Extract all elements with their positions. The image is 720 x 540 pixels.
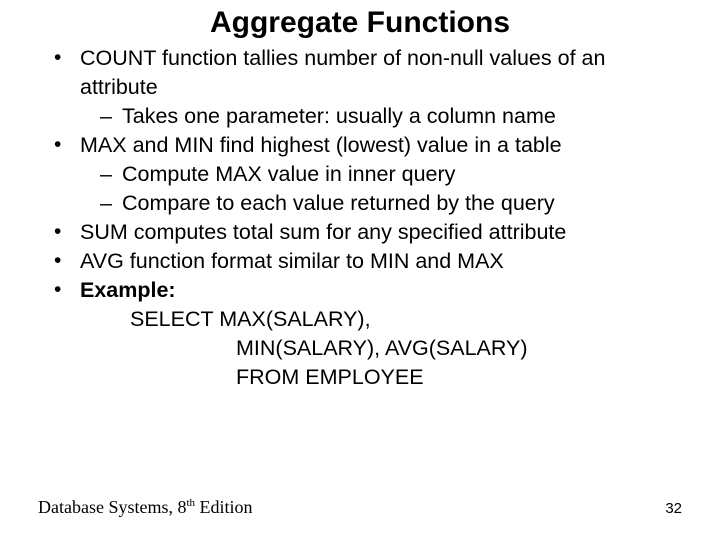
footer-text-b: Edition (195, 497, 253, 517)
sub-list: Takes one parameter: usually a column na… (80, 102, 680, 131)
bullet-item: AVG function format similar to MIN and M… (54, 247, 680, 276)
page-number: 32 (665, 500, 682, 517)
slide-body: COUNT function tallies number of non-nul… (0, 44, 720, 392)
code-line: FROM EMPLOYEE (130, 363, 680, 392)
bullet-item: COUNT function tallies number of non-nul… (54, 44, 680, 131)
slide-title: Aggregate Functions (0, 0, 720, 44)
bullet-text: SUM computes total sum for any specified… (80, 220, 566, 244)
sub-item: Compare to each value returned by the qu… (100, 189, 680, 218)
bullet-item: SUM computes total sum for any specified… (54, 218, 680, 247)
code-line: SELECT MAX(SALARY), (130, 305, 680, 334)
slide: Aggregate Functions COUNT function talli… (0, 0, 720, 540)
sub-text: Compute MAX value in inner query (122, 162, 455, 186)
footer: Database Systems, 8th Edition 32 (38, 497, 682, 518)
bullet-item: MAX and MIN find highest (lowest) value … (54, 131, 680, 218)
bullet-text: COUNT function tallies number of non-nul… (80, 46, 605, 99)
bullet-item: Example: SELECT MAX(SALARY), MIN(SALARY)… (54, 276, 680, 392)
footer-sup: th (186, 497, 195, 509)
sub-list: Compute MAX value in inner query Compare… (80, 160, 680, 218)
bullet-text: AVG function format similar to MIN and M… (80, 249, 504, 273)
bullet-text: MAX and MIN find highest (lowest) value … (80, 133, 562, 157)
footer-text-a: Database Systems, 8 (38, 497, 186, 517)
sub-text: Takes one parameter: usually a column na… (122, 104, 556, 128)
bullet-text: Example: (80, 278, 176, 302)
bullet-list: COUNT function tallies number of non-nul… (54, 44, 680, 392)
footer-left: Database Systems, 8th Edition (38, 497, 253, 518)
code-line: MIN(SALARY), AVG(SALARY) (130, 334, 680, 363)
sub-item: Compute MAX value in inner query (100, 160, 680, 189)
sub-item: Takes one parameter: usually a column na… (100, 102, 680, 131)
sub-text: Compare to each value returned by the qu… (122, 191, 555, 215)
example-code: SELECT MAX(SALARY), MIN(SALARY), AVG(SAL… (80, 305, 680, 392)
